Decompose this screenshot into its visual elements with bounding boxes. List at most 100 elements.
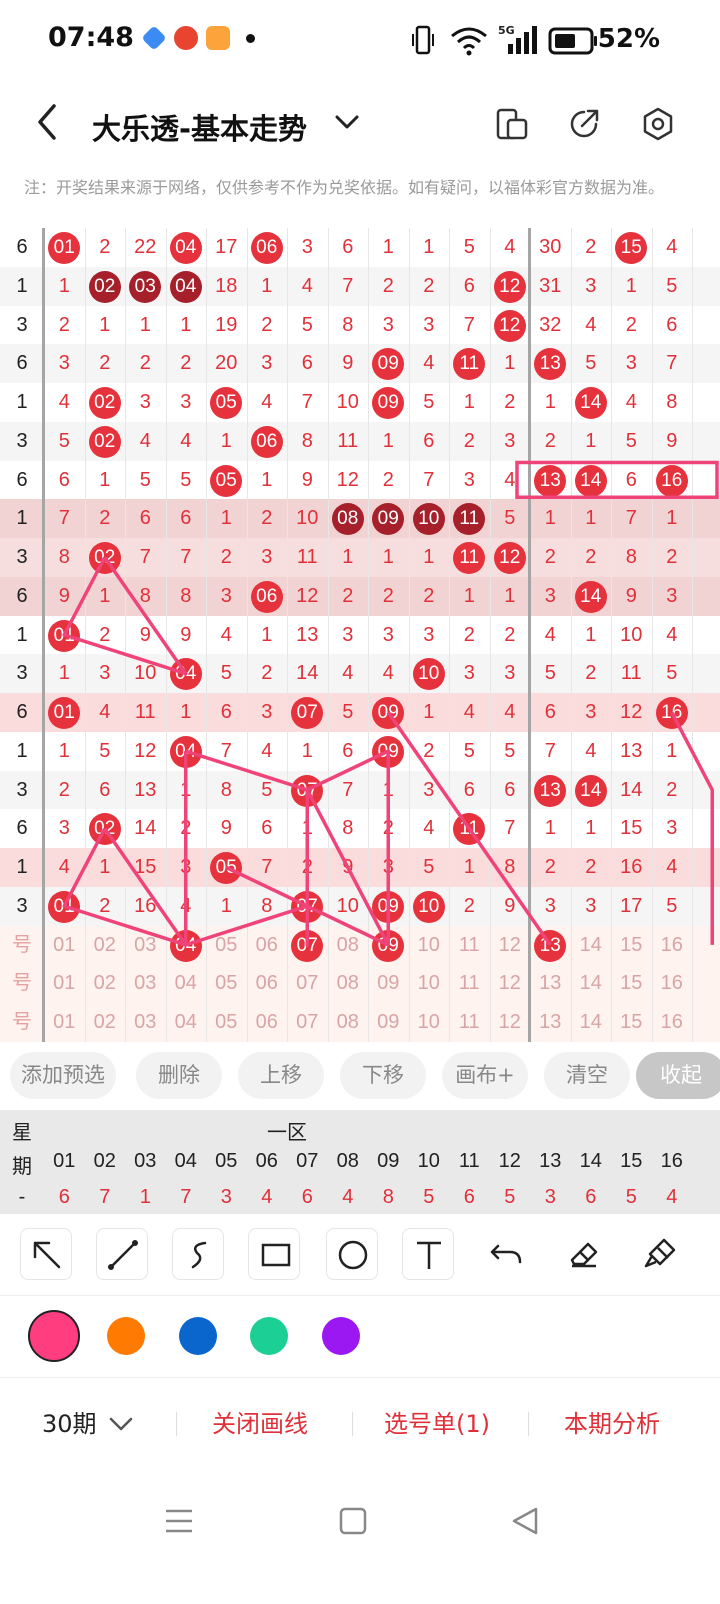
- weekday-value: -: [18, 1186, 26, 1208]
- top-navigation: 大乐透-基本走势: [0, 82, 720, 170]
- clear-button[interactable]: 清空: [544, 1052, 630, 1099]
- settings-icon[interactable]: [640, 106, 676, 142]
- circle-tool-button[interactable]: [326, 1228, 378, 1280]
- trend-chart-grid[interactable]: 6 01 2 22 04 17 06 3 6 1 1 5 4 30 2 15 4 1 1 02 03 04 18 1 4 7 2 2 6…: [0, 228, 720, 1042]
- number-stat-value: 4: [261, 1186, 273, 1208]
- number-stat-value: 5: [625, 1186, 637, 1208]
- clear-brush-icon: [644, 1238, 676, 1268]
- divider: [352, 1412, 353, 1436]
- canvas-add-button[interactable]: 画布+: [442, 1052, 528, 1099]
- collapse-button[interactable]: 收起: [636, 1052, 720, 1099]
- vibrate-icon: [412, 25, 434, 55]
- number-header: 03: [134, 1150, 157, 1172]
- line-icon: [108, 1240, 138, 1270]
- selection-list-button[interactable]: 选号单(1): [384, 1408, 490, 1440]
- close-drawing-button[interactable]: 关闭画线: [212, 1408, 308, 1440]
- number-stat-value: 3: [544, 1186, 556, 1208]
- share-icon[interactable]: [566, 106, 602, 142]
- back-nav-icon[interactable]: [510, 1506, 540, 1536]
- status-bar: 07:48 5G 52%: [0, 0, 720, 82]
- drawn-line: [670, 711, 714, 945]
- status-time: 07:48: [48, 22, 134, 53]
- number-stat-value: 8: [382, 1186, 394, 1208]
- freehand-tool-button[interactable]: [172, 1228, 224, 1280]
- rectangle-tool-button[interactable]: [248, 1228, 300, 1280]
- color-swatch[interactable]: [28, 1310, 80, 1362]
- more-notifications-icon: [246, 33, 255, 43]
- divider: [176, 1412, 177, 1436]
- move-down-button[interactable]: 下移: [340, 1052, 426, 1099]
- eraser-icon: [570, 1242, 598, 1268]
- color-swatch[interactable]: [321, 1317, 360, 1355]
- eraser-button[interactable]: [558, 1228, 610, 1280]
- circle-icon: [338, 1240, 368, 1270]
- weekday-label-top: 星: [12, 1122, 32, 1144]
- number-stat-value: 5: [423, 1186, 435, 1208]
- color-swatch[interactable]: [250, 1317, 288, 1355]
- text-tool-button[interactable]: [402, 1228, 454, 1280]
- move-up-button[interactable]: 上移: [238, 1052, 324, 1099]
- number-header: 16: [660, 1150, 683, 1172]
- rectangle-icon: [261, 1243, 291, 1267]
- number-stat-value: 4: [342, 1186, 354, 1208]
- color-palette: [0, 1296, 720, 1378]
- number-stat-value: 7: [99, 1186, 111, 1208]
- add-preselect-button[interactable]: 添加预选: [10, 1052, 116, 1099]
- number-stat-value: 6: [58, 1186, 70, 1208]
- number-header: 11: [458, 1150, 480, 1172]
- wifi-icon: [451, 27, 487, 56]
- status-app-icons: [141, 25, 255, 51]
- drawn-line: [62, 827, 188, 947]
- number-header: 12: [498, 1150, 521, 1172]
- number-header: 07: [296, 1150, 319, 1172]
- back-icon[interactable]: [32, 102, 62, 142]
- number-header: 05: [215, 1150, 238, 1172]
- chevron-down-icon[interactable]: [108, 1415, 134, 1433]
- weekday-label-bottom: 期: [12, 1156, 32, 1178]
- number-stat-value: 4: [666, 1186, 678, 1208]
- app-notification-icon: [206, 26, 230, 50]
- number-header: 01: [53, 1150, 76, 1172]
- app-notification-icon: [141, 25, 167, 51]
- divider: [528, 1412, 529, 1436]
- number-stat-value: 3: [220, 1186, 232, 1208]
- summary-table: 星 期 - 一区 01 6 02 7 03 1 04 7 05 3 06 4 07 6 08 4 09 8 10 5 1…: [0, 1110, 720, 1214]
- number-header: 08: [336, 1150, 359, 1172]
- disclaimer-notice: 注：开奖结果来源于网络，仅供参考不作为兑奖依据。如有疑问，以福体彩官方数据为准。: [24, 178, 665, 197]
- home-icon[interactable]: [338, 1506, 368, 1536]
- number-header: 14: [579, 1150, 602, 1172]
- number-stat-value: 5: [504, 1186, 516, 1208]
- preselect-toolbar: 添加预选 删除 上移 下移 画布+ 清空 收起: [0, 1042, 720, 1110]
- switch-device-icon[interactable]: [494, 106, 530, 142]
- battery-percent: 52%: [597, 24, 660, 54]
- number-header: 02: [93, 1150, 116, 1172]
- delete-button[interactable]: 删除: [136, 1052, 222, 1099]
- drawing-tools: [0, 1214, 720, 1296]
- zone-label: 一区: [267, 1122, 307, 1144]
- undo-button[interactable]: [480, 1228, 532, 1280]
- period-label: 30期: [42, 1410, 97, 1438]
- color-swatch[interactable]: [178, 1317, 217, 1355]
- text-icon: [417, 1241, 441, 1269]
- number-stat-value: 6: [463, 1186, 475, 1208]
- page-title[interactable]: 大乐透-基本走势: [92, 106, 307, 148]
- line-tool-button[interactable]: [96, 1228, 148, 1280]
- clear-canvas-button[interactable]: [634, 1228, 686, 1280]
- number-stat-value: 1: [139, 1186, 151, 1208]
- arrow-tool-button[interactable]: [20, 1228, 72, 1280]
- number-header: 06: [255, 1150, 278, 1172]
- user-drawing-overlay[interactable]: [0, 228, 720, 1042]
- drawn-line: [184, 749, 390, 947]
- undo-icon: [490, 1244, 522, 1264]
- period-selector[interactable]: 30期: [42, 1408, 97, 1440]
- menu-icon[interactable]: [164, 1506, 194, 1536]
- color-swatch[interactable]: [107, 1317, 145, 1355]
- system-navigation-bar: [0, 1470, 720, 1604]
- drawn-line: [386, 711, 552, 946]
- signal-icon: [508, 26, 537, 54]
- period-analysis-button[interactable]: 本期分析: [564, 1408, 660, 1440]
- chevron-down-icon[interactable]: [334, 112, 360, 132]
- arrow-icon: [33, 1241, 61, 1269]
- drawn-rectangle: [515, 460, 719, 499]
- number-header: 13: [539, 1150, 562, 1172]
